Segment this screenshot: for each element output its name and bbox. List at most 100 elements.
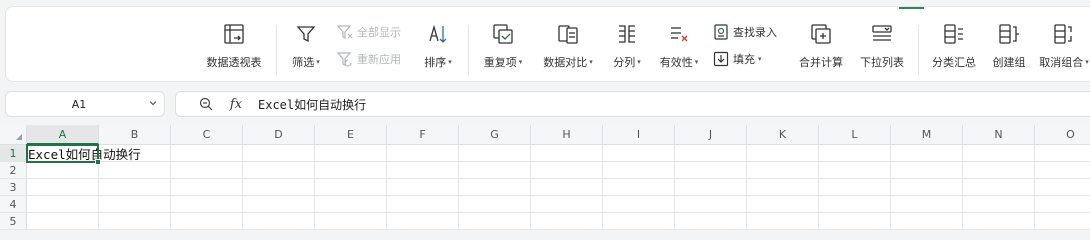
- column-header-n[interactable]: N: [963, 125, 1035, 145]
- cell-m3[interactable]: [891, 179, 963, 196]
- cell-g1[interactable]: [459, 145, 531, 162]
- select-all-corner[interactable]: [0, 125, 27, 145]
- cell-j5[interactable]: [675, 213, 747, 230]
- cell-h2[interactable]: [531, 162, 603, 179]
- cell-i3[interactable]: [603, 179, 675, 196]
- column-header-h[interactable]: H: [531, 125, 603, 145]
- find-entry-button[interactable]: 查找录入: [712, 23, 777, 41]
- cell-e1[interactable]: [315, 145, 387, 162]
- split-column-button[interactable]: 分列 ▾: [606, 21, 648, 81]
- row-header-3[interactable]: 3: [0, 179, 27, 196]
- cell-a4[interactable]: [27, 196, 99, 213]
- cell-m5[interactable]: [891, 213, 963, 230]
- fill-button[interactable]: 填充 ▾: [712, 50, 762, 68]
- row-header-5[interactable]: 5: [0, 213, 27, 230]
- cell-k4[interactable]: [747, 196, 819, 213]
- name-box[interactable]: A1: [5, 91, 165, 117]
- cell-o2[interactable]: [1035, 162, 1090, 179]
- cell-d5[interactable]: [243, 213, 315, 230]
- chevron-down-icon[interactable]: [142, 98, 164, 111]
- column-header-d[interactable]: D: [243, 125, 315, 145]
- cell-d4[interactable]: [243, 196, 315, 213]
- cell-c3[interactable]: [171, 179, 243, 196]
- filter-button[interactable]: 筛选 ▾: [286, 21, 326, 81]
- cell-f4[interactable]: [387, 196, 459, 213]
- cell-a2[interactable]: [27, 162, 99, 179]
- column-header-l[interactable]: L: [819, 125, 891, 145]
- create-group-button[interactable]: 创建组: [986, 21, 1032, 81]
- cell-a3[interactable]: [27, 179, 99, 196]
- cell-o3[interactable]: [1035, 179, 1090, 196]
- cell-h5[interactable]: [531, 213, 603, 230]
- consolidate-button[interactable]: 合并计算: [791, 21, 851, 81]
- fx-icon[interactable]: fx: [224, 97, 248, 112]
- cell-e4[interactable]: [315, 196, 387, 213]
- cell-n5[interactable]: [963, 213, 1035, 230]
- dropdown-list-button[interactable]: 下拉列表: [854, 21, 910, 81]
- cell-reference[interactable]: A1: [6, 98, 142, 111]
- column-header-j[interactable]: J: [675, 125, 747, 145]
- row-header-2[interactable]: 2: [0, 162, 27, 179]
- cell-i4[interactable]: [603, 196, 675, 213]
- cell-m4[interactable]: [891, 196, 963, 213]
- cell-h1[interactable]: [531, 145, 603, 162]
- row-header-4[interactable]: 4: [0, 196, 27, 213]
- reapply-button[interactable]: 重新应用: [336, 50, 401, 68]
- cell-h3[interactable]: [531, 179, 603, 196]
- cell-j2[interactable]: [675, 162, 747, 179]
- cell-d1[interactable]: [243, 145, 315, 162]
- cell-i5[interactable]: [603, 213, 675, 230]
- cell-l4[interactable]: [819, 196, 891, 213]
- cell-c1[interactable]: [171, 145, 243, 162]
- spreadsheet-grid[interactable]: A B C D E F G H I J K L M N O 1 2 3 4 5 Excel如何自动换行: [0, 125, 1090, 230]
- cell-n3[interactable]: [963, 179, 1035, 196]
- sort-button[interactable]: 排序 ▾: [418, 21, 458, 81]
- cell-a5[interactable]: [27, 213, 99, 230]
- cell-f5[interactable]: [387, 213, 459, 230]
- cell-j1[interactable]: [675, 145, 747, 162]
- cell-l3[interactable]: [819, 179, 891, 196]
- validity-button[interactable]: 有效性 ▾: [652, 21, 706, 81]
- column-header-f[interactable]: F: [387, 125, 459, 145]
- cell-m1[interactable]: [891, 145, 963, 162]
- column-header-c[interactable]: C: [171, 125, 243, 145]
- cell-e5[interactable]: [315, 213, 387, 230]
- formula-input[interactable]: Excel如何自动换行: [258, 96, 366, 113]
- pivot-table-button[interactable]: 数据透视表: [202, 21, 266, 81]
- column-header-b[interactable]: B: [99, 125, 171, 145]
- cell-g4[interactable]: [459, 196, 531, 213]
- column-header-k[interactable]: K: [747, 125, 819, 145]
- cell-o5[interactable]: [1035, 213, 1090, 230]
- column-header-a[interactable]: A: [27, 125, 99, 145]
- formula-bar[interactable]: fx Excel如何自动换行: [175, 91, 1090, 117]
- cell-i1[interactable]: [603, 145, 675, 162]
- cell-n4[interactable]: [963, 196, 1035, 213]
- row-header-1[interactable]: 1: [0, 145, 27, 162]
- cell-n1[interactable]: [963, 145, 1035, 162]
- cell-k3[interactable]: [747, 179, 819, 196]
- cell-f3[interactable]: [387, 179, 459, 196]
- cell-b2[interactable]: [99, 162, 171, 179]
- cell-m2[interactable]: [891, 162, 963, 179]
- cell-b5[interactable]: [99, 213, 171, 230]
- cell-b3[interactable]: [99, 179, 171, 196]
- cell-d3[interactable]: [243, 179, 315, 196]
- cell-o4[interactable]: [1035, 196, 1090, 213]
- cell-l1[interactable]: [819, 145, 891, 162]
- column-header-m[interactable]: M: [891, 125, 963, 145]
- cell-e2[interactable]: [315, 162, 387, 179]
- cell-j4[interactable]: [675, 196, 747, 213]
- subtotal-button[interactable]: 分类汇总: [926, 21, 982, 81]
- cell-h4[interactable]: [531, 196, 603, 213]
- cell-j3[interactable]: [675, 179, 747, 196]
- cell-f1[interactable]: [387, 145, 459, 162]
- cell-g5[interactable]: [459, 213, 531, 230]
- cell-d2[interactable]: [243, 162, 315, 179]
- column-header-i[interactable]: I: [603, 125, 675, 145]
- cell-g3[interactable]: [459, 179, 531, 196]
- column-header-g[interactable]: G: [459, 125, 531, 145]
- cell-c4[interactable]: [171, 196, 243, 213]
- cell-k1[interactable]: [747, 145, 819, 162]
- cell-k2[interactable]: [747, 162, 819, 179]
- column-header-e[interactable]: E: [315, 125, 387, 145]
